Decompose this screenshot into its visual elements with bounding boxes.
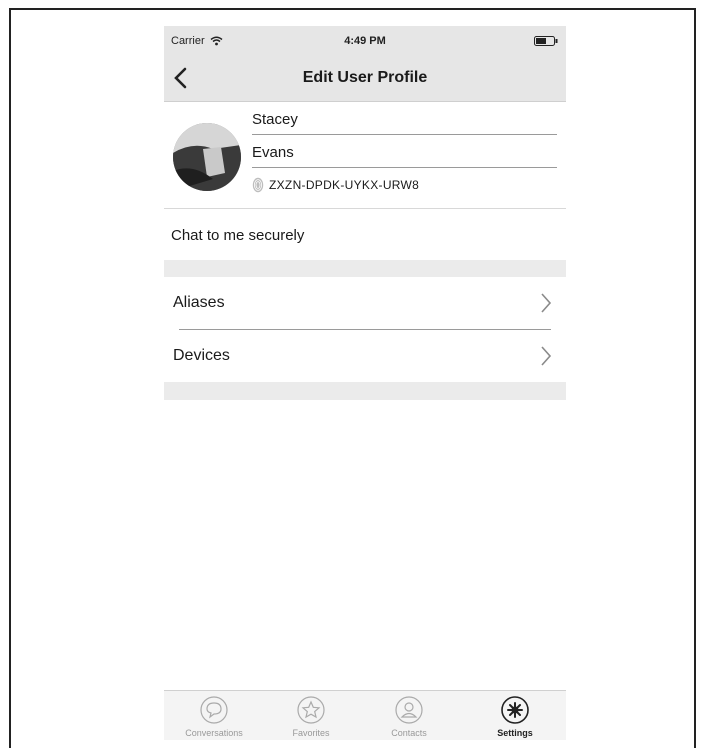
profile-header: Stacey Evans ZXZN-DPDK-UYKX-URW8 — [164, 102, 566, 209]
tab-bar: Conversations Favorites Contacts Setting… — [164, 690, 566, 740]
tab-contacts-label: Contacts — [391, 728, 427, 738]
tab-settings[interactable]: Settings — [470, 695, 560, 738]
aliases-label: Aliases — [173, 294, 225, 311]
star-icon — [297, 696, 325, 724]
person-icon — [395, 696, 423, 724]
navigation-bar: Edit User Profile — [164, 56, 566, 102]
section-separator — [164, 382, 566, 400]
user-code: ZXZN-DPDK-UYKX-URW8 — [252, 174, 419, 196]
fingerprint-icon — [252, 177, 264, 193]
tab-contacts[interactable]: Contacts — [364, 695, 454, 738]
phone-screen: Carrier 4:49 PM Edit User Profile Stacey… — [164, 26, 566, 740]
user-code-value: ZXZN-DPDK-UYKX-URW8 — [269, 178, 420, 192]
battery-icon — [534, 36, 558, 46]
clock: 4:49 PM — [344, 35, 386, 47]
first-name-value: Stacey — [252, 111, 298, 128]
tab-favorites[interactable]: Favorites — [266, 695, 356, 738]
section-separator — [164, 260, 566, 277]
chevron-right-icon — [541, 346, 552, 366]
tab-settings-label: Settings — [497, 728, 533, 738]
avatar[interactable] — [173, 123, 241, 191]
last-name-value: Evans — [252, 144, 294, 161]
tab-conversations-label: Conversations — [185, 728, 243, 738]
aliases-row[interactable]: Aliases — [164, 277, 566, 329]
devices-label: Devices — [173, 347, 230, 364]
page-title: Edit User Profile — [302, 69, 428, 86]
chat-bubble-icon — [200, 696, 228, 724]
gear-icon — [501, 696, 529, 724]
chevron-right-icon — [541, 293, 552, 313]
last-name-field[interactable]: Evans — [252, 140, 557, 168]
status-message[interactable]: Chat to me securely — [171, 227, 304, 244]
tab-favorites-label: Favorites — [292, 728, 330, 738]
first-name-field[interactable]: Stacey — [252, 107, 557, 135]
status-bar: Carrier 4:49 PM — [164, 26, 566, 56]
avatar-photo — [173, 123, 241, 191]
devices-row[interactable]: Devices — [164, 330, 566, 382]
tab-conversations[interactable]: Conversations — [169, 695, 259, 738]
